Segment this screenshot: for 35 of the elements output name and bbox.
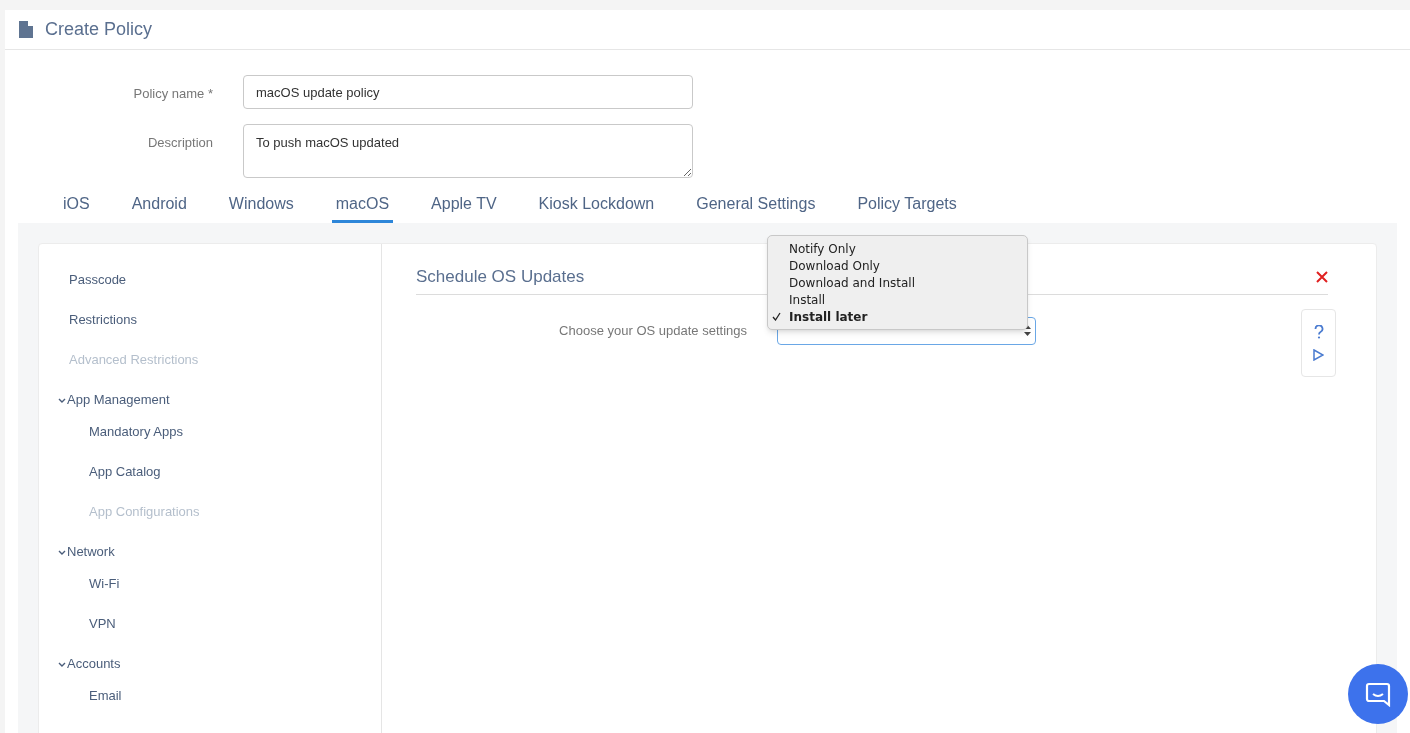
play-icon[interactable] [1313,349,1324,361]
policy-name-field[interactable]: macOS update policy [243,75,693,109]
close-icon[interactable] [1316,270,1328,283]
updown-caret-icon [1024,325,1031,336]
sidebar-group[interactable]: Accounts [67,654,121,674]
dropdown-option[interactable]: Download and Install [789,273,915,292]
field-label: Policy name * [132,85,213,103]
sidebar-item[interactable]: Passcode [69,270,127,290]
dropdown-option[interactable]: Download Only [789,256,880,275]
sidebar-item[interactable]: Restrictions [69,310,137,330]
section-title: Schedule OS Updates [416,266,585,288]
help-icon[interactable] [1313,325,1324,339]
chat-icon [1365,681,1391,707]
sidebar-group[interactable]: App Management [67,390,170,410]
tab[interactable]: Windows [224,192,298,223]
dropdown-option[interactable]: Notify Only [789,239,856,258]
tab[interactable]: Apple TV [427,192,501,223]
sidebar-item[interactable]: Mandatory Apps [89,422,183,442]
description-field[interactable]: To push macOS updated [243,124,693,178]
tab[interactable]: Policy Targets [853,192,961,223]
tab[interactable]: General Settings [692,192,820,223]
tab[interactable]: iOS [59,192,94,223]
sidebar-item[interactable]: App Catalog [89,462,161,482]
sidebar-item[interactable]: VPN [89,614,116,634]
dropdown-option[interactable]: Install later [789,307,868,326]
page-title: Create Policy [45,18,153,41]
sidebar-group[interactable]: Network [67,542,115,562]
document-icon [19,21,33,38]
tab[interactable]: Android [127,192,191,223]
tab[interactable]: Kiosk Lockdown [534,192,659,223]
sidebar-item[interactable]: Email [89,686,122,706]
setting-label: Choose your OS update settings [558,321,747,340]
field-label: Description [146,134,213,152]
sidebar-item[interactable]: Wi-Fi [89,574,120,594]
dropdown-option[interactable]: Install [789,290,826,309]
